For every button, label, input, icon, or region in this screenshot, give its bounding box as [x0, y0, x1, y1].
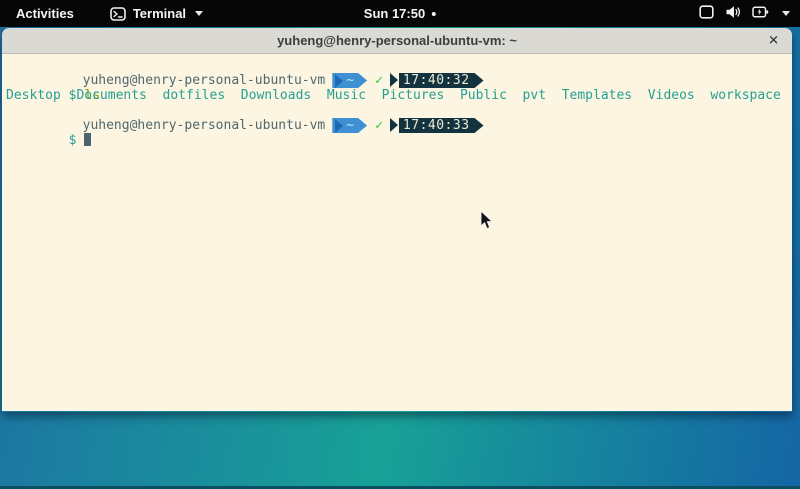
ls-output: Desktop Documents dotfiles Downloads Mus…: [6, 88, 792, 103]
prompt-user: yuheng@henry-personal-ubuntu-vm: [83, 118, 326, 133]
notification-dot-icon: [432, 12, 436, 16]
terminal-window: yuheng@henry-personal-ubuntu-vm: ~ ✕ yuh…: [2, 28, 792, 412]
powerline-separator-icon: [335, 119, 343, 133]
app-menu-terminal[interactable]: Terminal: [110, 6, 203, 21]
powerline-separator-icon: [335, 74, 343, 88]
success-check-icon: ✓: [375, 73, 383, 88]
success-check-icon: ✓: [375, 118, 383, 133]
prompt-dir-segment: ~: [332, 118, 367, 133]
terminal-content[interactable]: yuheng@henry-personal-ubuntu-vm ~ ✓ 17:40:3…: [2, 54, 792, 411]
prompt-dir-segment: ~: [332, 73, 367, 88]
prompt-line: yuheng@henry-personal-ubuntu-vm~✓17:40:3…: [6, 103, 792, 118]
terminal-icon: [110, 7, 126, 21]
prompt-symbol: $: [69, 133, 77, 148]
chevron-down-icon: [782, 11, 790, 16]
system-status-menu[interactable]: [699, 0, 794, 27]
powerline-arrow-icon: [390, 118, 398, 132]
chevron-down-icon: [195, 11, 203, 16]
app-menu-label: Terminal: [133, 6, 186, 21]
clock-button[interactable]: Sun 17:50: [364, 0, 436, 27]
mouse-pointer-icon: [480, 210, 494, 236]
clock-label: Sun 17:50: [364, 6, 425, 21]
terminal-cursor: [84, 133, 91, 146]
desktop: Activities Terminal Sun 17:50: [0, 0, 800, 489]
prompt-dir: ~: [346, 73, 354, 88]
window-title: yuheng@henry-personal-ubuntu-vm: ~: [277, 33, 517, 48]
powerline-arrow-icon: [390, 73, 398, 87]
volume-icon: [725, 5, 741, 22]
prompt-timestamp: 17:40:32: [399, 73, 484, 88]
close-icon[interactable]: ✕: [768, 34, 779, 47]
prompt-user: yuheng@henry-personal-ubuntu-vm: [83, 73, 326, 88]
prompt-line: yuheng@henry-personal-ubuntu-vm~✓17:40:3…: [6, 58, 792, 73]
prompt-timestamp: 17:40:33: [399, 118, 484, 133]
battery-charging-icon: [752, 5, 769, 22]
display-icon: [699, 5, 714, 22]
gnome-top-bar: Activities Terminal Sun 17:50: [0, 0, 800, 27]
window-titlebar[interactable]: yuheng@henry-personal-ubuntu-vm: ~ ✕: [2, 28, 792, 54]
activities-button[interactable]: Activities: [10, 6, 80, 21]
prompt-dir: ~: [346, 118, 354, 133]
